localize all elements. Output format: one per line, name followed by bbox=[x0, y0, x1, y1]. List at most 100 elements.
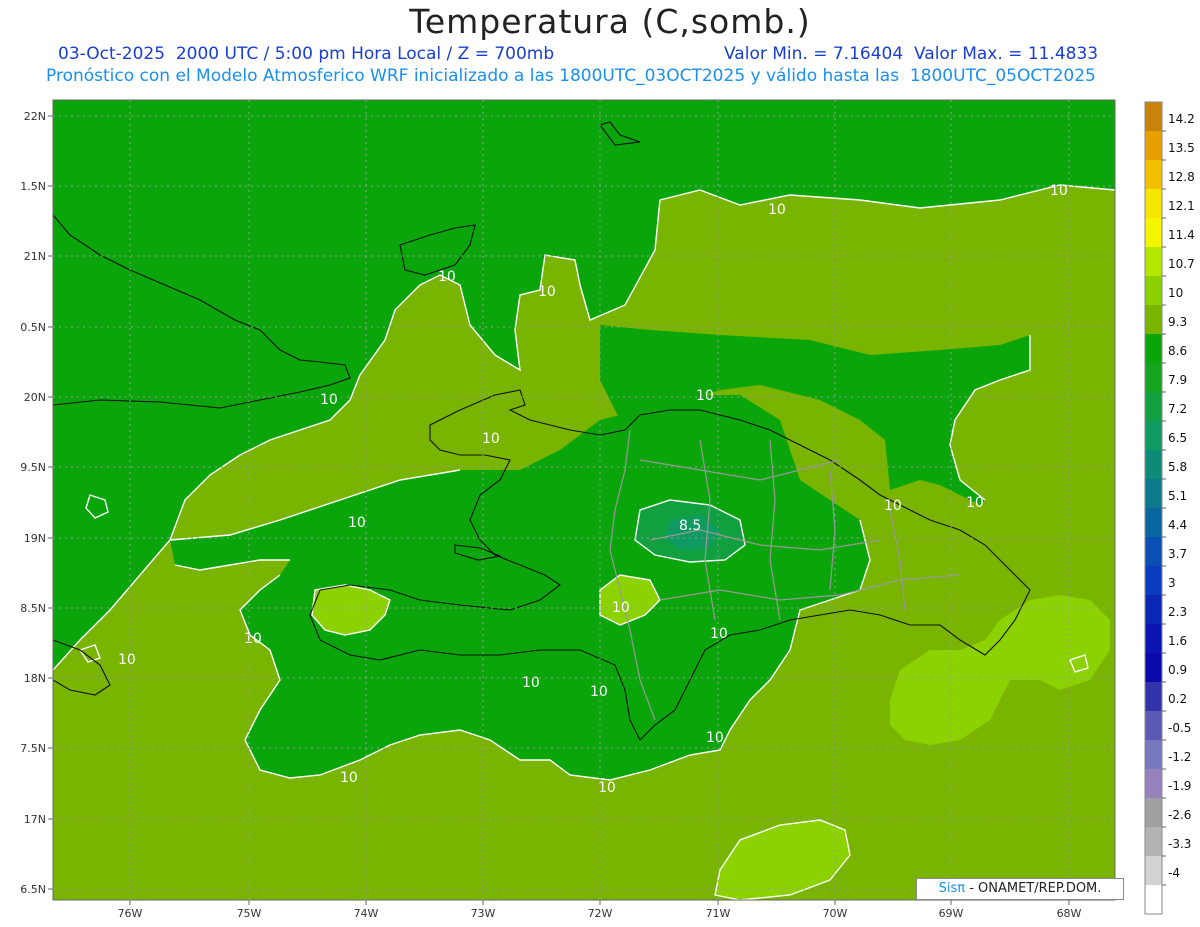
colorbar-swatch bbox=[1145, 769, 1162, 798]
contour-label: 10 bbox=[538, 284, 556, 300]
lat-tick-label: 7.5N bbox=[20, 742, 46, 755]
colorbar-label: 4.4 bbox=[1168, 518, 1187, 532]
contour-label: 10 bbox=[348, 515, 366, 531]
colorbar-label: -2.6 bbox=[1168, 808, 1191, 822]
contour-label: 10 bbox=[1050, 183, 1068, 199]
colorbar-label: 12.8 bbox=[1168, 170, 1195, 184]
colorbar-label: 12.1 bbox=[1168, 199, 1195, 213]
lat-tick-label: 22N bbox=[24, 110, 46, 123]
lat-tick-label: 8.5N bbox=[20, 602, 46, 615]
colorbar-label: 6.5 bbox=[1168, 431, 1187, 445]
colorbar-label: -0.5 bbox=[1168, 721, 1191, 735]
contour-label: 10 bbox=[118, 652, 136, 668]
contour-label: 10 bbox=[768, 202, 786, 218]
colorbar-swatch bbox=[1145, 334, 1162, 363]
colorbar-swatch bbox=[1145, 247, 1162, 276]
colorbar-swatch bbox=[1145, 276, 1162, 305]
colorbar-label: 5.8 bbox=[1168, 460, 1187, 474]
contour-label: 10 bbox=[966, 495, 984, 511]
colorbar-label: -1.9 bbox=[1168, 779, 1191, 793]
colorbar-label: 14.2 bbox=[1168, 112, 1195, 126]
lat-tick-label: 18N bbox=[24, 672, 46, 685]
colorbar-label: 3.7 bbox=[1168, 547, 1187, 561]
colorbar: 14.2 13.5 12.8 12.1 11.4 10.7 10 9.3 8.6 7.9 7.2 6.… bbox=[1144, 101, 1195, 915]
colorbar-label: 7.9 bbox=[1168, 373, 1187, 387]
colorbar-label: 1.6 bbox=[1168, 634, 1187, 648]
contour-label: 10 bbox=[884, 498, 902, 514]
colorbar-swatch bbox=[1145, 624, 1162, 653]
contour-label: 10 bbox=[706, 730, 724, 746]
contour-label: 10 bbox=[590, 684, 608, 700]
colorbar-label: 8.6 bbox=[1168, 344, 1187, 358]
colorbar-swatch bbox=[1145, 740, 1162, 769]
sisp-logo-text: Sisπ bbox=[938, 881, 966, 896]
colorbar-swatch bbox=[1145, 450, 1162, 479]
colorbar-label: 0.2 bbox=[1168, 692, 1187, 706]
contour-label: 10 bbox=[696, 388, 714, 404]
colorbar-swatch bbox=[1145, 102, 1162, 131]
lon-tick-label: 69W bbox=[939, 907, 964, 920]
contour-label: 10 bbox=[340, 770, 358, 786]
colorbar-label: 5.1 bbox=[1168, 489, 1187, 503]
lat-tick-label: 20N bbox=[24, 391, 46, 404]
colorbar-swatch bbox=[1145, 392, 1162, 421]
colorbar-label: 7.2 bbox=[1168, 402, 1187, 416]
colorbar-swatch bbox=[1145, 827, 1162, 856]
contour-label: 10 bbox=[612, 600, 630, 616]
lat-tick-label: 17N bbox=[24, 813, 46, 826]
lat-tick-label: 0.5N bbox=[20, 321, 46, 334]
colorbar-swatch bbox=[1145, 305, 1162, 334]
colorbar-swatch bbox=[1145, 653, 1162, 682]
colorbar-label: 2.3 bbox=[1168, 605, 1187, 619]
contour-label: 10 bbox=[598, 780, 616, 796]
colorbar-swatch bbox=[1145, 566, 1162, 595]
colorbar-swatch bbox=[1145, 885, 1162, 914]
lon-tick-label: 74W bbox=[354, 907, 379, 920]
lat-tick-label: 21N bbox=[24, 250, 46, 263]
colorbar-swatch bbox=[1145, 218, 1162, 247]
lat-tick-label: 9.5N bbox=[20, 461, 46, 474]
colorbar-swatch bbox=[1145, 131, 1162, 160]
contour-label: 10 bbox=[522, 675, 540, 691]
colorbar-label: 0.9 bbox=[1168, 663, 1187, 677]
map-field: 10 10 10 10 10 10 10 10 10 10 10 10 10 1… bbox=[53, 100, 1115, 900]
onamet-credit: - ONAMET/REP.DOM. bbox=[965, 881, 1102, 896]
colorbar-swatch bbox=[1145, 711, 1162, 740]
lon-tick-label: 75W bbox=[237, 907, 262, 920]
colorbar-label: -1.2 bbox=[1168, 750, 1191, 764]
contour-label: 10 bbox=[320, 392, 338, 408]
colorbar-label: 10.7 bbox=[1168, 257, 1195, 271]
colorbar-swatch bbox=[1145, 189, 1162, 218]
colorbar-label: 11.4 bbox=[1168, 228, 1195, 242]
contour-label: 10 bbox=[244, 631, 262, 647]
colorbar-label: -4 bbox=[1168, 866, 1180, 880]
lon-tick-label: 76W bbox=[118, 907, 143, 920]
lon-tick-label: 68W bbox=[1057, 907, 1082, 920]
credit-box: Sisπ - ONAMET/REP.DOM. bbox=[916, 878, 1124, 900]
colorbar-swatch bbox=[1145, 682, 1162, 711]
lon-tick-label: 72W bbox=[588, 907, 613, 920]
colorbar-swatch bbox=[1145, 537, 1162, 566]
temperature-map: 10 10 10 10 10 10 10 10 10 10 10 10 10 1… bbox=[20, 99, 1195, 920]
colorbar-swatch bbox=[1145, 479, 1162, 508]
colorbar-swatch bbox=[1145, 595, 1162, 624]
colorbar-swatch bbox=[1145, 508, 1162, 537]
contour-label: 10 bbox=[482, 431, 500, 447]
colorbar-swatch bbox=[1145, 421, 1162, 450]
colorbar-swatch bbox=[1145, 160, 1162, 189]
colorbar-swatch bbox=[1145, 798, 1162, 827]
colorbar-swatch bbox=[1145, 363, 1162, 392]
contour-label: 10 bbox=[438, 269, 456, 285]
colorbar-label: 13.5 bbox=[1168, 141, 1195, 155]
lon-tick-label: 73W bbox=[471, 907, 496, 920]
colorbar-label: 3 bbox=[1168, 576, 1176, 590]
colorbar-label: -3.3 bbox=[1168, 837, 1191, 851]
lat-tick-label: 1.5N bbox=[20, 180, 46, 193]
colorbar-swatch bbox=[1145, 856, 1162, 885]
colorbar-label: 10 bbox=[1168, 286, 1183, 300]
lon-tick-label: 70W bbox=[823, 907, 848, 920]
contour-label: 8.5 bbox=[679, 518, 701, 534]
lat-tick-label: 6.5N bbox=[20, 883, 46, 896]
contour-label: 10 bbox=[710, 626, 728, 642]
colorbar-label: 9.3 bbox=[1168, 315, 1187, 329]
